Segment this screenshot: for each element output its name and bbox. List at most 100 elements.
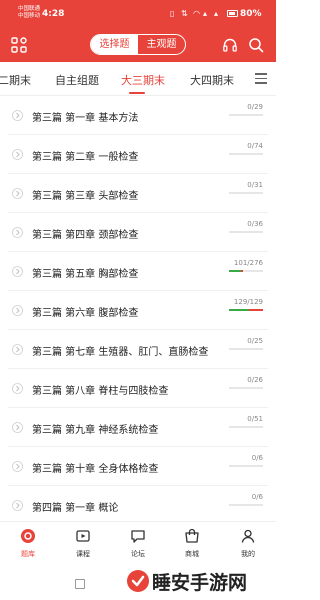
chapter-title: 第三篇 第一章 基本方法 <box>32 113 139 124</box>
signal-icon-1: ▴ <box>203 9 208 18</box>
chevron-right-icon <box>12 422 23 433</box>
chapter-title: 第三篇 第九章 神经系统检查 <box>32 425 159 436</box>
network-speed-icon: ⇅ <box>181 9 188 18</box>
carrier-info: 中国联通 中国移动 <box>18 6 40 20</box>
chapter-title: 第三篇 第三章 头部检查 <box>32 191 139 202</box>
forum-icon <box>131 530 145 543</box>
chapter-title: 第三篇 第六章 腹部检查 <box>32 308 139 319</box>
nav-question-bank[interactable]: 题库 <box>8 528 48 559</box>
signal-icon-2: ▴ <box>214 9 219 18</box>
watermark-text: 睡安手游网 <box>152 572 248 594</box>
chapter-progress-bar <box>229 387 263 389</box>
nav-course[interactable]: 课程 <box>63 528 103 559</box>
nav-label-shop: 商城 <box>185 550 199 558</box>
carrier-2: 中国移动 <box>18 13 41 19</box>
chapter-progress-count: 0/6 <box>251 454 263 462</box>
course-icon <box>76 530 90 542</box>
chapter-progress-bar <box>229 231 263 233</box>
active-tab-indicator <box>129 92 145 94</box>
chapter-progress-count: 129/129 <box>233 298 263 306</box>
chapter-progress-bar <box>229 426 263 428</box>
search-icon[interactable] <box>248 37 264 53</box>
chapter-row[interactable]: 第三篇 第八章 脊柱与四肢检查 0/26 <box>0 369 276 408</box>
wifi-icon: ◠ <box>193 9 200 18</box>
chapter-progress-bar <box>229 348 263 350</box>
chevron-right-icon <box>12 227 23 238</box>
battery-level: 80% <box>240 9 262 19</box>
progress-correct-fill <box>229 270 242 272</box>
chapter-progress-bar <box>229 270 263 272</box>
chapter-row[interactable]: 第三篇 第九章 神经系统检查 0/51 <box>0 408 276 447</box>
chapter-title: 第三篇 第四章 颈部检查 <box>32 230 139 241</box>
chevron-right-icon <box>12 305 23 316</box>
battery-icon <box>227 10 238 17</box>
chapter-progress-bar <box>229 114 263 116</box>
chapter-progress-count: 0/74 <box>247 142 263 150</box>
chevron-right-icon <box>12 110 23 121</box>
nav-label-course: 课程 <box>76 550 90 558</box>
vibrate-icon: ▯ <box>170 9 175 18</box>
chapter-progress-count: 0/25 <box>247 337 263 345</box>
chevron-right-icon <box>12 383 23 394</box>
chevron-right-icon <box>12 461 23 472</box>
progress-correct-fill <box>229 309 250 311</box>
status-bar: 中国联通 中国移动 4:28 ▯ ⇅ ◠ ▴ ▴ 80% <box>0 0 276 29</box>
question-bank-icon <box>21 529 35 543</box>
chapter-row[interactable]: 第四篇 第一章 概论 0/6 <box>0 486 276 525</box>
tab-4-final[interactable]: 大四期末 <box>190 72 234 88</box>
nav-label-profile: 我的 <box>241 550 255 558</box>
chapter-title: 第三篇 第八章 脊柱与四肢检查 <box>32 386 169 397</box>
chapter-progress-bar <box>229 465 263 467</box>
chapter-progress-count: 0/6 <box>251 493 263 501</box>
chevron-right-icon <box>12 500 23 511</box>
tab-custom[interactable]: 自主组题 <box>55 72 99 88</box>
chapter-title: 第三篇 第五章 胸部检查 <box>32 269 139 280</box>
chapter-title: 第三篇 第十章 全身体格检查 <box>32 464 159 475</box>
chapter-progress-bar <box>229 153 263 155</box>
chapter-progress-bar <box>229 504 263 506</box>
chapter-row[interactable]: 第三篇 第七章 生殖器、肛门、直肠检查 0/25 <box>0 330 276 369</box>
chapter-progress-count: 0/51 <box>247 415 263 423</box>
chevron-right-icon <box>12 266 23 277</box>
question-type-toggle: 选择题 主观题 <box>90 34 186 55</box>
chapter-row[interactable]: 第三篇 第四章 颈部检查 0/36 <box>0 213 276 252</box>
nav-label-forum: 论坛 <box>131 550 145 558</box>
recent-apps-button[interactable] <box>75 579 85 589</box>
chapter-progress-count: 0/29 <box>247 103 263 111</box>
chapter-row[interactable]: 第三篇 第十章 全身体格检查 0/6 <box>0 447 276 486</box>
progress-wrong-fill <box>249 309 263 311</box>
chapter-row[interactable]: 第三篇 第二章 一般检查 0/74 <box>0 135 276 174</box>
app-header: 选择题 主观题 <box>0 29 276 62</box>
chapter-progress-bar <box>229 192 263 194</box>
chapter-progress-count: 0/26 <box>247 376 263 384</box>
chapter-row[interactable]: 第三篇 第五章 胸部检查 101/276 <box>0 252 276 291</box>
shop-icon <box>185 528 199 543</box>
chapter-progress-count: 0/36 <box>247 220 263 228</box>
clock: 4:28 <box>42 9 65 19</box>
nav-forum[interactable]: 论坛 <box>118 528 158 559</box>
tab-2-final[interactable]: 二期末 <box>0 72 31 88</box>
chapter-row[interactable]: 第三篇 第三章 头部检查 0/31 <box>0 174 276 213</box>
carrier-1: 中国联通 <box>18 6 41 12</box>
chapter-row[interactable]: 第三篇 第一章 基本方法 0/29 <box>0 96 276 135</box>
chevron-right-icon <box>12 149 23 160</box>
headset-icon[interactable] <box>222 37 238 53</box>
tabs-menu-icon[interactable] <box>255 73 267 85</box>
bottom-nav: 题库 课程 论坛 商城 我的 <box>0 521 276 569</box>
chevron-right-icon <box>12 188 23 199</box>
nav-profile[interactable]: 我的 <box>228 528 268 559</box>
grid-menu-icon[interactable] <box>11 37 27 53</box>
chapter-title: 第四篇 第一章 概论 <box>32 503 119 514</box>
segment-choice[interactable]: 选择题 <box>91 35 138 54</box>
chapter-progress-bar <box>229 309 263 311</box>
chapter-row[interactable]: 第三篇 第六章 腹部检查 129/129 <box>0 291 276 330</box>
chapter-title: 第三篇 第七章 生殖器、肛门、直肠检查 <box>32 347 209 358</box>
nav-label-question-bank: 题库 <box>21 550 35 558</box>
chapter-title: 第三篇 第二章 一般检查 <box>32 152 139 163</box>
chapter-progress-count: 0/31 <box>247 181 263 189</box>
watermark-logo <box>127 570 149 592</box>
nav-shop[interactable]: 商城 <box>172 528 212 559</box>
progress-wrong-fill <box>241 270 244 272</box>
tab-3-final[interactable]: 大三期末 <box>121 72 165 88</box>
segment-subjective[interactable]: 主观题 <box>138 35 185 54</box>
